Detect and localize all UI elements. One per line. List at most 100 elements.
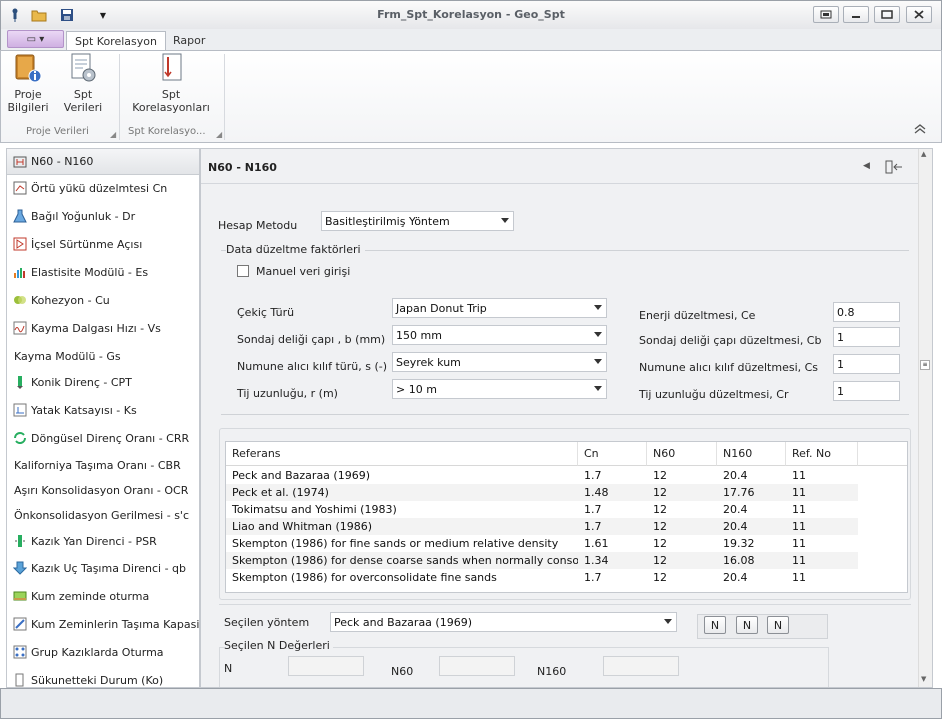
nav-item-konik-direnc[interactable]: Konik Direnç - CPT bbox=[7, 369, 199, 395]
table-row[interactable]: Skempton (1986) for dense coarse sands w… bbox=[226, 552, 858, 569]
nav-item-label: Kum Zeminlerin Taşıma Kapasitesi bbox=[31, 617, 200, 631]
tij-duzeltme-label: Tij uzunluğu düzeltmesi, Cr bbox=[639, 388, 789, 401]
table-cell: 12 bbox=[653, 537, 667, 550]
nav-item-cbr[interactable]: Kaliforniya Taşıma Oranı - CBR bbox=[7, 452, 199, 478]
manuel-veri-checkbox[interactable] bbox=[237, 265, 249, 277]
table-cell: 1.7 bbox=[584, 503, 602, 516]
nav-item-kazik-yan[interactable]: Kazık Yan Direnci - PSR bbox=[7, 528, 199, 554]
hesap-metodu-combo[interactable]: Basitleştirilmiş Yöntem bbox=[321, 211, 514, 231]
nav-item-kazik-uc[interactable]: Kazık Uç Taşıma Direnci - qb bbox=[7, 555, 199, 581]
table-row[interactable]: Skempton (1986) for overconsolidate fine… bbox=[226, 569, 858, 586]
nav-item-kohezyon[interactable]: Kohezyon - Cu bbox=[7, 287, 199, 313]
table-row[interactable]: Tokimatsu and Yoshimi (1983) 1.7 12 20.4 11 bbox=[226, 501, 858, 518]
group-proje-verileri: Proje Verileri bbox=[26, 126, 89, 137]
tij-uzunlugu-combo[interactable]: > 10 m bbox=[392, 379, 607, 399]
pile-icon bbox=[13, 534, 27, 548]
close-icon[interactable] bbox=[906, 6, 932, 23]
n160-label: N160 bbox=[537, 665, 567, 678]
nav-item-kum-oturma[interactable]: Kum zeminde oturma bbox=[7, 583, 199, 609]
nav-item-ortu-yuku[interactable]: Örtü yükü düzelmtesi Cn bbox=[7, 175, 199, 201]
nav-item-yatak-katsayisi[interactable]: Yatak Katsayısı - Ks bbox=[7, 397, 199, 423]
table-row[interactable]: Peck and Bazaraa (1969) 1.7 12 20.4 11 bbox=[226, 467, 858, 484]
chevron-down-icon bbox=[594, 332, 602, 337]
friction-angle-icon bbox=[13, 237, 27, 251]
scroll-down-icon[interactable]: ▼ bbox=[921, 675, 926, 683]
nav-item-kayma-modulu[interactable]: Kayma Modülü - Gs bbox=[7, 343, 199, 369]
column-header-referans[interactable]: Referans bbox=[226, 442, 578, 466]
save-icon[interactable] bbox=[58, 6, 76, 24]
nav-item-bagil-yogunluk[interactable]: Bağıl Yoğunluk - Dr bbox=[7, 203, 199, 229]
scroll-up-icon[interactable]: ▲ bbox=[921, 150, 926, 158]
nav-item-ocr[interactable]: Aşırı Konsolidasyon Oranı - OCR bbox=[7, 477, 199, 503]
referans-table[interactable]: Referans Cn N60 N160 Ref. No Peck and Ba… bbox=[225, 441, 908, 593]
nav-item-onkonsolidasyon[interactable]: Önkonsolidasyon Gerilmesi - s'c bbox=[7, 502, 199, 528]
nav-item-n60-n160[interactable]: N60 - N160 bbox=[7, 149, 199, 175]
pin-panel-icon[interactable] bbox=[885, 160, 903, 177]
table-row[interactable]: Skempton (1986) for fine sands or medium… bbox=[226, 535, 858, 552]
ce-input[interactable]: 0.8 bbox=[833, 302, 900, 322]
cb-input[interactable]: 1 bbox=[833, 327, 900, 347]
column-header-filler bbox=[858, 442, 907, 466]
capacity-icon bbox=[13, 617, 27, 631]
content-scrollbar[interactable] bbox=[918, 149, 932, 687]
numune-kilif-combo[interactable]: Seyrek kum bbox=[392, 352, 607, 372]
spt-verileri-button[interactable]: Spt Verileri bbox=[55, 52, 111, 114]
nav-item-label: Önkonsolidasyon Gerilmesi - s'c bbox=[14, 508, 190, 522]
hesap-metodu-value: Basitleştirilmiş Yöntem bbox=[325, 215, 450, 228]
table-cell: 11 bbox=[792, 503, 806, 516]
spt-correlation-icon bbox=[156, 52, 186, 84]
column-header-ref-no[interactable]: Ref. No bbox=[786, 442, 858, 466]
sand-icon bbox=[13, 589, 27, 603]
n-button-1[interactable]: N bbox=[704, 616, 726, 634]
nav-item-elastisite[interactable]: Elastisite Modülü - Es bbox=[7, 259, 199, 285]
nav-item-label: Konik Direnç - CPT bbox=[31, 375, 132, 389]
nav-item-grup-kazik[interactable]: Grup Kazıklarda Oturma bbox=[7, 639, 199, 665]
customize-dropdown-icon[interactable]: ▼ bbox=[94, 6, 112, 24]
cs-input[interactable]: 1 bbox=[833, 354, 900, 374]
status-bar bbox=[0, 688, 942, 719]
n-button-2[interactable]: N bbox=[736, 616, 758, 634]
column-header-n60[interactable]: N60 bbox=[647, 442, 717, 466]
sondaj-capi-combo[interactable]: 150 mm bbox=[392, 325, 607, 345]
nav-item-sukunetteki[interactable]: Sükunetteki Durum (Ko) bbox=[7, 667, 199, 687]
spt-korelasyonlari-button[interactable]: Spt Korelasyonları bbox=[127, 52, 215, 114]
column-header-n160[interactable]: N160 bbox=[717, 442, 786, 466]
collapse-ribbon-icon[interactable] bbox=[914, 124, 926, 137]
tab-spt-korelasyon[interactable]: Spt Korelasyon bbox=[66, 31, 166, 51]
collapse-left-icon[interactable]: ◀ bbox=[863, 161, 870, 171]
column-header-cn[interactable]: Cn bbox=[578, 442, 647, 466]
cekic-turu-combo[interactable]: Japan Donut Trip bbox=[392, 298, 607, 318]
restore-ribbon-icon[interactable] bbox=[813, 6, 839, 23]
nav-item-kayma-dalgasi[interactable]: Kayma Dalgası Hızı - Vs bbox=[7, 315, 199, 341]
nav-item-dongusel-direnc[interactable]: Döngüsel Direnç Oranı - CRR bbox=[7, 425, 199, 451]
pin-icon[interactable] bbox=[6, 6, 24, 24]
table-cell: Skempton (1986) for fine sands or medium… bbox=[232, 537, 559, 550]
tab-rapor[interactable]: Rapor bbox=[165, 31, 213, 51]
table-cell: 20.4 bbox=[723, 520, 748, 533]
scroll-thumb[interactable]: ≡ bbox=[920, 360, 930, 370]
maximize-icon[interactable] bbox=[874, 6, 900, 23]
n-value-field[interactable] bbox=[288, 656, 364, 676]
n60-value-field[interactable] bbox=[439, 656, 515, 676]
minimize-icon[interactable] bbox=[843, 6, 869, 23]
table-cell: Skempton (1986) for overconsolidate fine… bbox=[232, 571, 497, 584]
nav-item-label: Grup Kazıklarda Oturma bbox=[31, 645, 164, 659]
secilen-yontem-combo[interactable]: Peck and Bazaraa (1969) bbox=[330, 612, 677, 632]
nav-item-icsel-surtunme[interactable]: İçsel Sürtünme Açısı bbox=[7, 231, 199, 257]
proje-bilgileri-button[interactable]: Proje Bilgileri bbox=[7, 52, 49, 114]
nav-item-kum-tasima[interactable]: Kum Zeminlerin Taşıma Kapasitesi bbox=[7, 611, 199, 637]
n-button-3[interactable]: N bbox=[767, 616, 789, 634]
group-launcher-icon[interactable]: ◢ bbox=[110, 130, 116, 139]
ribbon-separator bbox=[119, 54, 120, 140]
table-row[interactable]: Peck et al. (1974) 1.48 12 17.76 11 bbox=[226, 484, 858, 501]
app-menu-button[interactable]: ▭ ▾ bbox=[7, 30, 64, 48]
cr-input[interactable]: 1 bbox=[833, 381, 900, 401]
group-launcher-icon-2[interactable]: ◢ bbox=[216, 130, 222, 139]
open-folder-icon[interactable] bbox=[30, 6, 48, 24]
table-cell: 12 bbox=[653, 520, 667, 533]
table-row[interactable]: Liao and Whitman (1986) 1.7 12 20.4 11 bbox=[226, 518, 858, 535]
table-cell: 20.4 bbox=[723, 469, 748, 482]
nav-item-label: Aşırı Konsolidasyon Oranı - OCR bbox=[14, 483, 189, 497]
sondaj-duzeltme-label: Sondaj deliği çapı düzeltmesi, Cb bbox=[639, 334, 822, 347]
n160-value-field[interactable] bbox=[603, 656, 679, 676]
